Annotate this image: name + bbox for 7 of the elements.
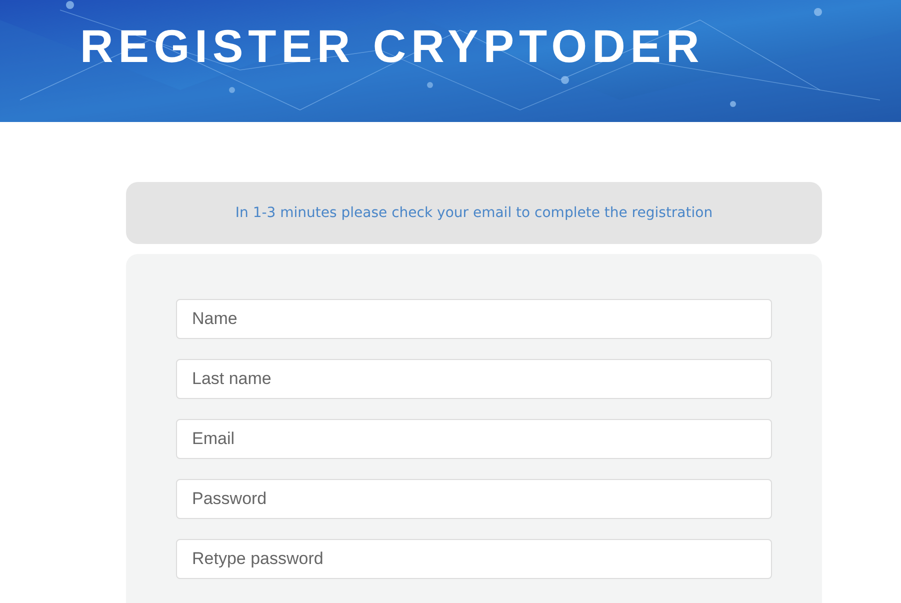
input-field[interactable]: Email (176, 419, 772, 459)
input-field[interactable]: Password (176, 479, 772, 519)
input-field[interactable]: Last name (176, 359, 772, 399)
notice-text: In 1-3 minutes please check your email to complete the registration (235, 204, 713, 222)
input-field[interactable]: Retype password (176, 539, 772, 579)
input-field[interactable]: Name (176, 299, 772, 339)
page-title: REGISTER CRYPTODER (80, 19, 704, 74)
